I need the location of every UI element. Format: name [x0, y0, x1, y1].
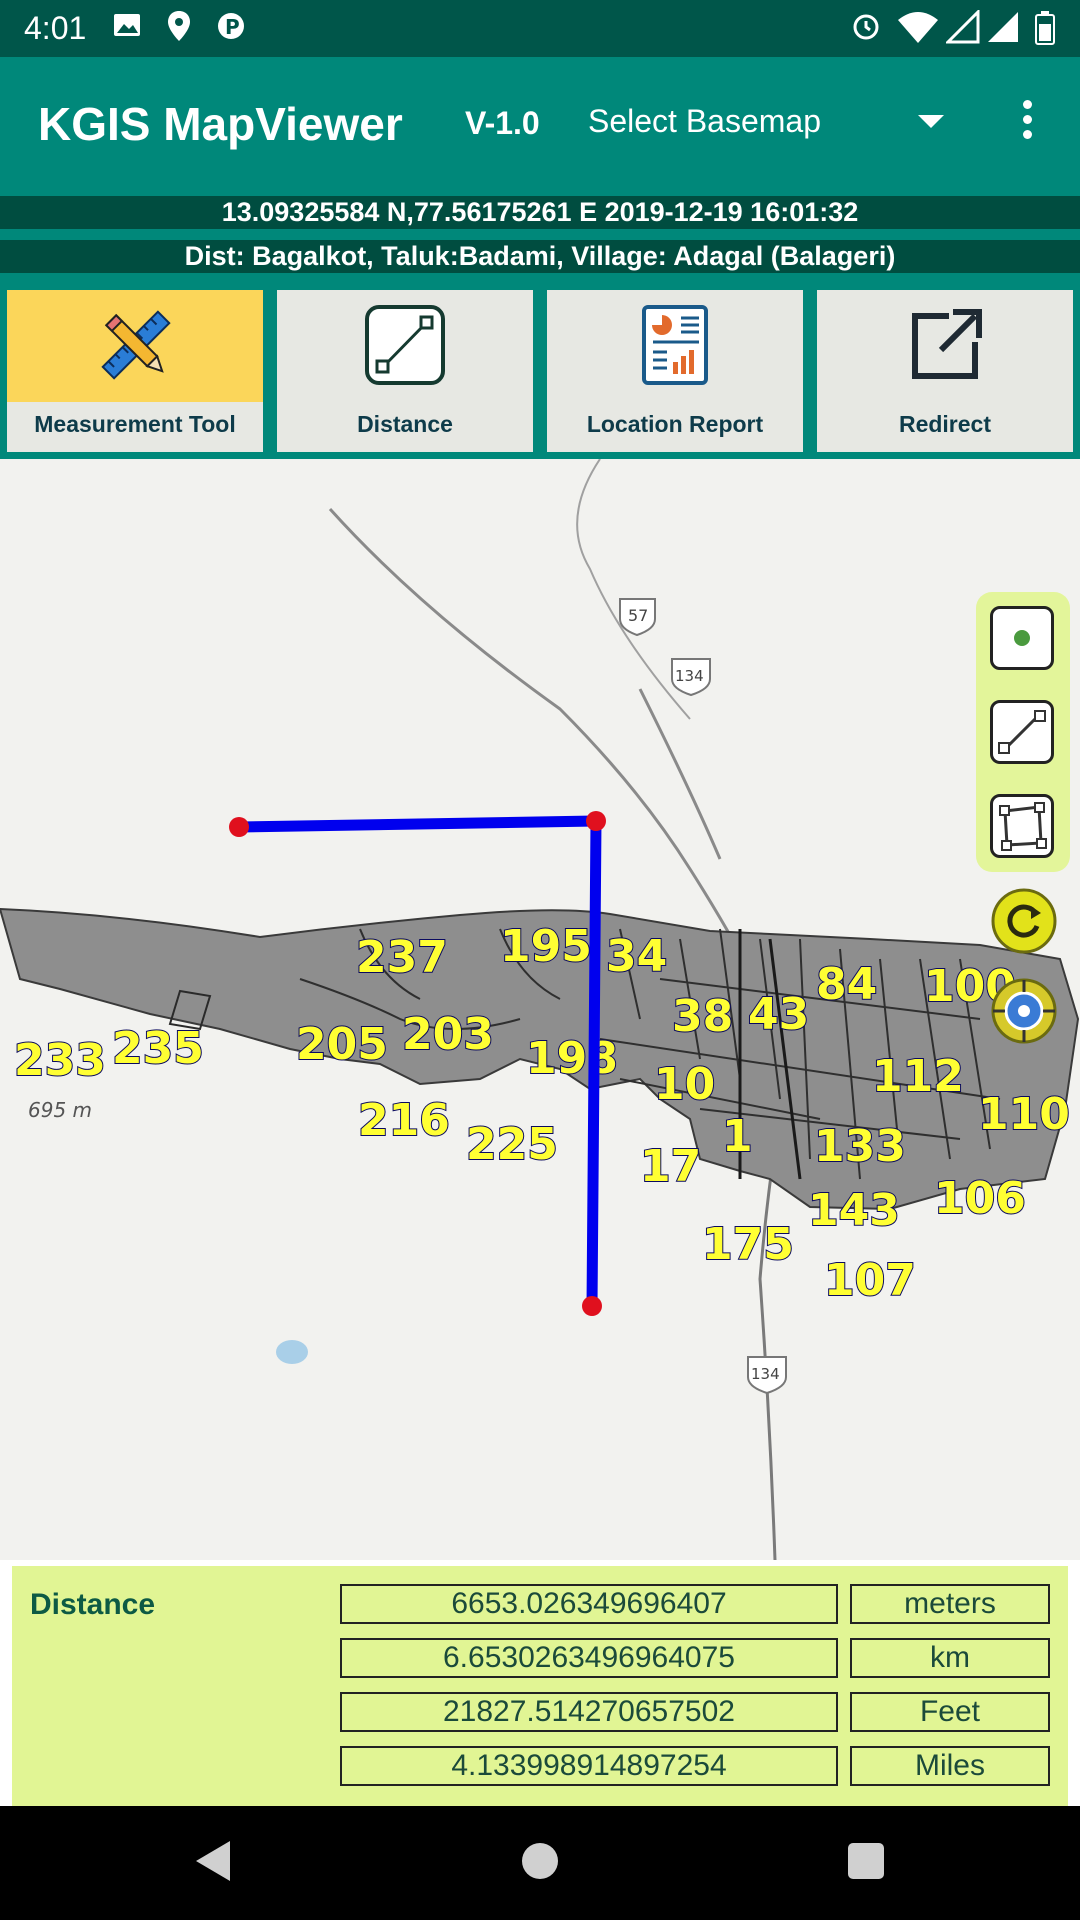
external-link-icon: [912, 309, 982, 379]
parcel-label: 175: [702, 1219, 794, 1270]
road-shield-text: 134: [675, 667, 704, 685]
distance-value-feet: 21827.514270657502: [340, 1692, 838, 1732]
parcel-label: 1: [722, 1111, 753, 1162]
line-icon: [998, 710, 1046, 754]
distance-value-meters: 6653.026349696407: [340, 1584, 838, 1624]
measure-vertex: [586, 811, 606, 831]
parcel-label: 10: [654, 1059, 715, 1110]
parcel-label: 112: [872, 1051, 964, 1102]
parcel-label: 216: [358, 1095, 450, 1146]
measure-vertex: [229, 817, 249, 837]
signal-icon: [946, 10, 980, 44]
parcel-label: 17: [640, 1141, 701, 1192]
scale-text: 695 m: [28, 1098, 92, 1122]
more-vert-icon[interactable]: [1010, 97, 1044, 147]
parcel-label: 203: [402, 1009, 494, 1060]
measurement-tool-button[interactable]: Measurement Tool: [7, 290, 263, 452]
distance-value-miles: 4.133998914897254: [340, 1746, 838, 1786]
signal-icon: [988, 12, 1018, 42]
point-icon: [1014, 630, 1030, 646]
report-chart-icon: [642, 305, 708, 385]
distance-unit-feet: Feet: [850, 1692, 1050, 1732]
road-shield-text: 134: [751, 1365, 780, 1383]
back-icon[interactable]: [196, 1841, 230, 1881]
alarm-icon: [853, 14, 879, 40]
parcel-label: 225: [466, 1119, 558, 1170]
distance-unit-miles: Miles: [850, 1746, 1050, 1786]
parcel-label: 107: [824, 1255, 916, 1306]
parcel-label: 43: [748, 989, 809, 1040]
measure-vertex: [582, 1296, 602, 1316]
measurement-tool-label: Measurement Tool: [34, 411, 236, 437]
status-bar: 4:01 P: [0, 0, 1080, 57]
road-shield-57: 57: [619, 598, 656, 637]
parcel-label: 38: [672, 991, 733, 1042]
point-tool-button[interactable]: [990, 606, 1054, 670]
distance-unit-km: km: [850, 1638, 1050, 1678]
redirect-button[interactable]: Redirect: [817, 290, 1073, 452]
recents-icon[interactable]: [848, 1843, 884, 1879]
water-body: [276, 1340, 308, 1364]
parcel-label: 84: [816, 959, 877, 1010]
road-shield-text: 57: [628, 606, 648, 625]
chevron-down-icon: [918, 115, 944, 128]
location-report-label: Location Report: [586, 411, 764, 437]
parcel-label: 198: [526, 1033, 618, 1084]
tool-row: Measurement Tool Distance Location Repor…: [0, 281, 1080, 459]
wifi-icon: [898, 12, 938, 43]
parcel-label: 237: [356, 932, 448, 983]
road: [638, 688, 722, 860]
location-report-button[interactable]: Location Report: [547, 290, 803, 452]
nav-bar: [0, 1806, 1080, 1920]
road-shield-134: 134: [747, 1356, 787, 1395]
refresh-button[interactable]: [991, 888, 1057, 954]
distance-value-km: 6.6530263496964075: [340, 1638, 838, 1678]
svg-text:P: P: [225, 15, 240, 39]
info-band: 13.09325584 N,77.56175261 E 2019-12-19 1…: [0, 190, 1080, 281]
location-bar: Dist: Bagalkot, Taluk:Badami, Village: A…: [0, 240, 1080, 273]
status-time: 4:01: [24, 10, 87, 46]
parcel-label: 195: [500, 921, 592, 972]
image-icon: [114, 14, 140, 36]
map-view[interactable]: 57 134 134 695 m 237 195 34 84 100 233 2…: [0, 459, 1080, 1560]
distance-unit-meters: meters: [850, 1584, 1050, 1624]
home-icon[interactable]: [522, 1843, 558, 1879]
basemap-select-label: Select Basemap: [588, 103, 822, 139]
parcel-label: 233: [14, 1035, 106, 1086]
parcel-label: 143: [808, 1185, 900, 1236]
distance-heading: Distance: [30, 1588, 156, 1621]
map-canvas: 57 134 134 695 m 237 195 34 84 100 233 2…: [0, 459, 1080, 1560]
refresh-icon: [991, 888, 1057, 954]
parking-icon: P: [218, 13, 244, 39]
distance-panel: Distance 6653.026349696407 meters 6.6530…: [12, 1566, 1068, 1806]
battery-icon: [1035, 11, 1055, 45]
gps-locate-icon: [991, 978, 1057, 1044]
parcel-label: 133: [814, 1121, 906, 1172]
polygon-tool-button[interactable]: [990, 794, 1054, 858]
draw-tools-panel: [976, 592, 1070, 872]
parcel-label: 34: [606, 931, 667, 982]
parcel-label: 235: [112, 1023, 204, 1074]
app-version: V-1.0: [465, 105, 540, 141]
gps-locate-button[interactable]: [991, 978, 1057, 1044]
parcel-label: 110: [978, 1089, 1070, 1140]
location-pin-icon: [168, 11, 190, 41]
pencil-ruler-icon: [101, 310, 171, 380]
road-shield-134: 134: [671, 658, 711, 697]
app-title: KGIS MapViewer: [38, 98, 403, 150]
line-measure-icon: [365, 305, 445, 385]
distance-label: Distance: [357, 411, 453, 437]
polygon-icon: [999, 802, 1047, 851]
coordinates-bar: 13.09325584 N,77.56175261 E 2019-12-19 1…: [0, 196, 1080, 229]
basemap-select[interactable]: Select Basemap: [588, 103, 948, 153]
parcel-label: 106: [934, 1173, 1026, 1224]
app-bar: KGIS MapViewer V-1.0 Select Basemap: [0, 57, 1080, 190]
parcel-label: 205: [296, 1019, 388, 1070]
redirect-label: Redirect: [898, 411, 992, 437]
distance-button[interactable]: Distance: [277, 290, 533, 452]
line-tool-button[interactable]: [990, 700, 1054, 764]
